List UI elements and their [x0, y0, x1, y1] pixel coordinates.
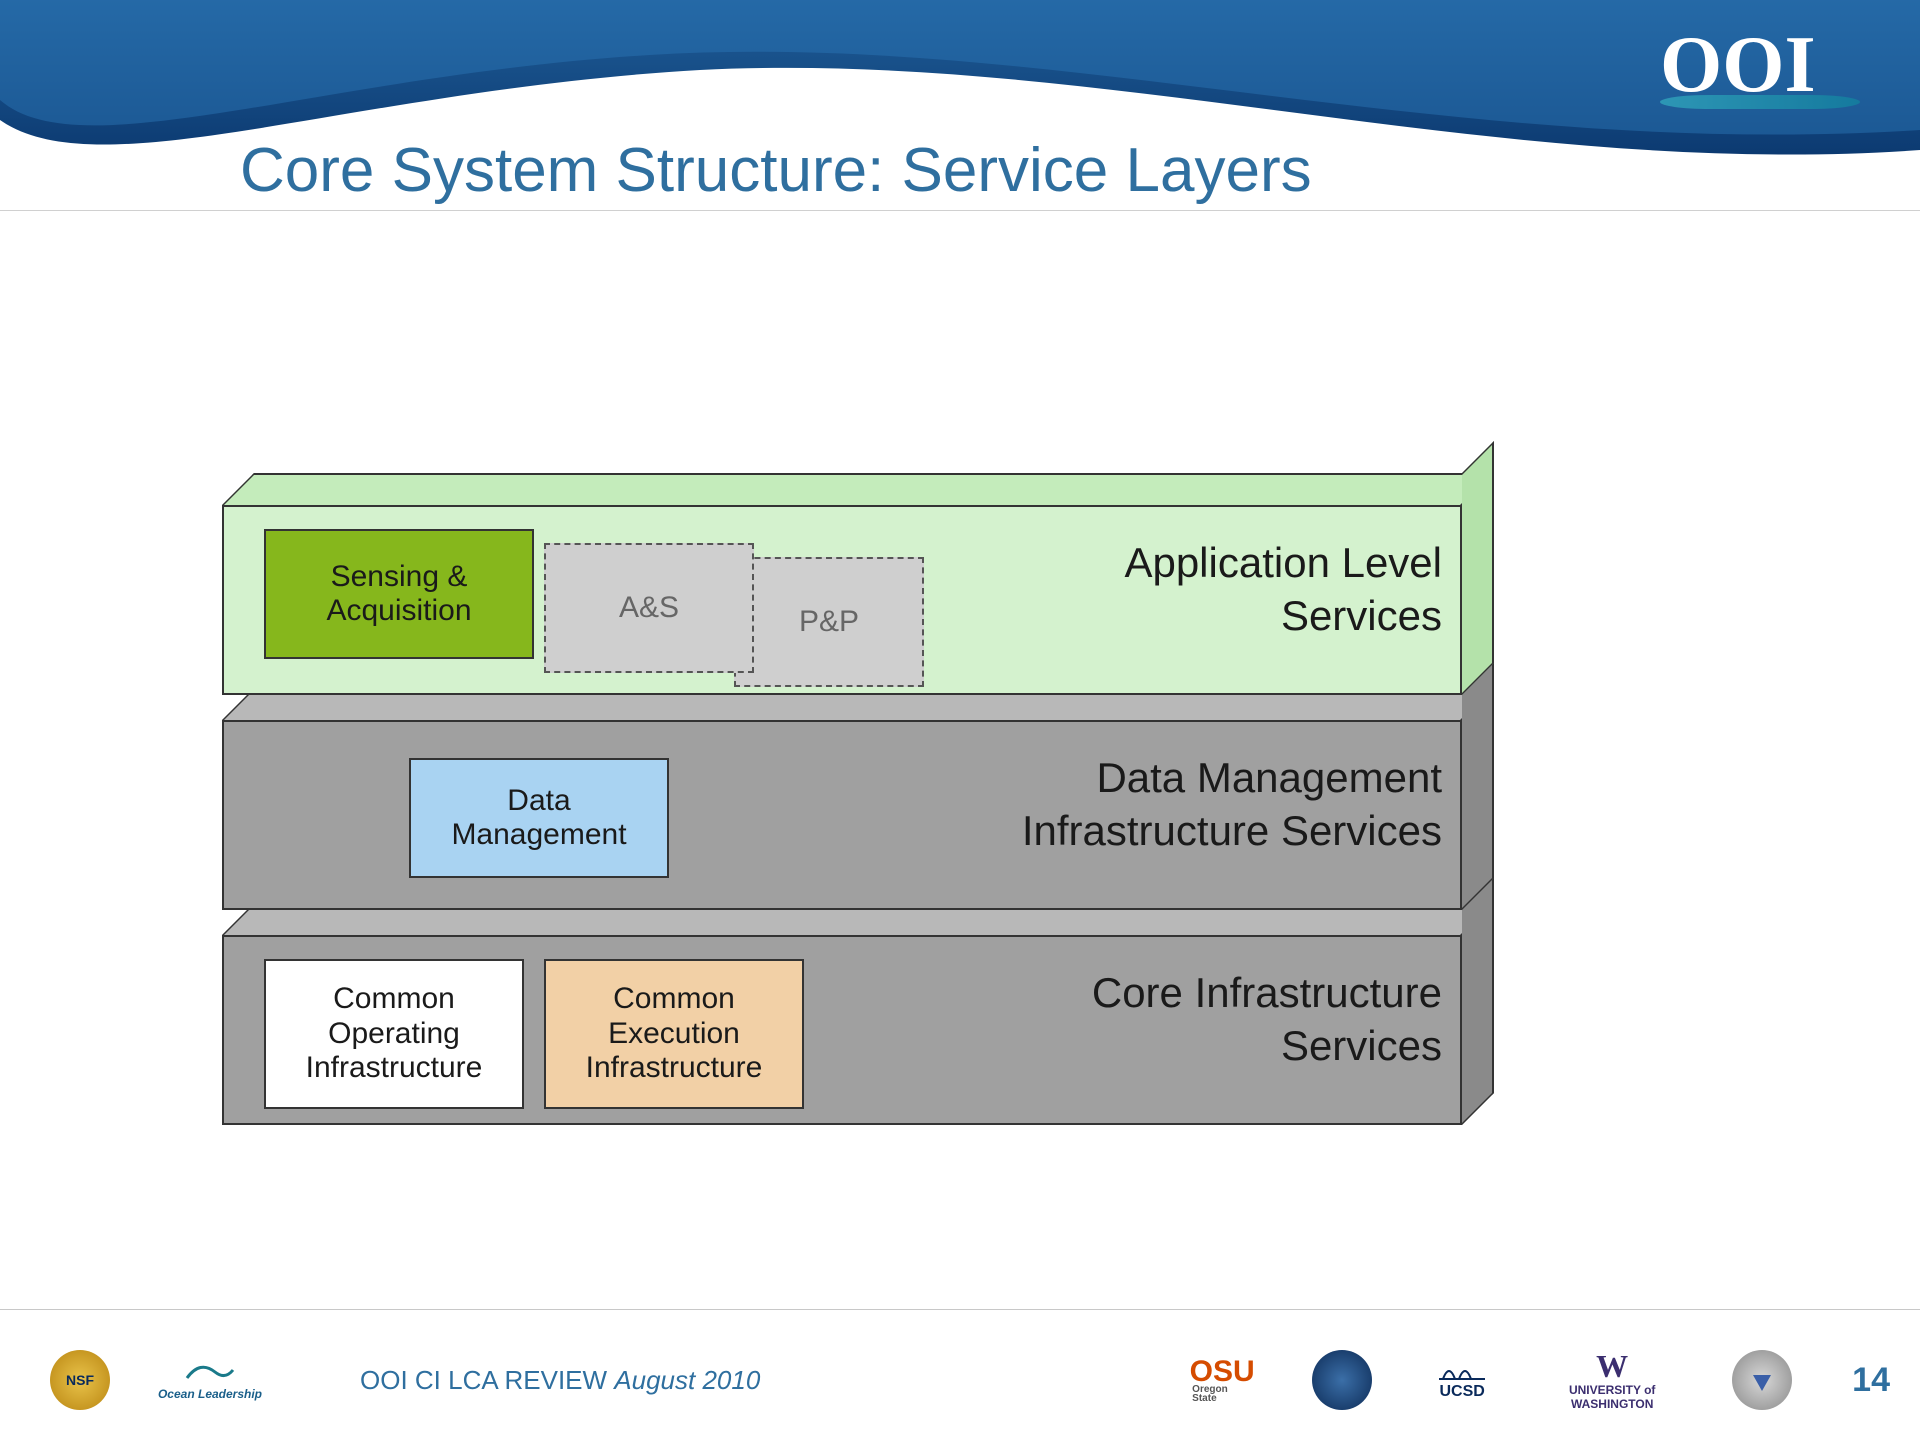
sensing-acquisition-box: Sensing & Acquisition: [264, 529, 534, 659]
ooi-logo-text: OOI: [1660, 21, 1816, 109]
footer: NSF Ocean Leadership OOI CI LCA REVIEW A…: [0, 1320, 1920, 1440]
core-infrastructure-layer: Core Infrastructure Services Common Oper…: [222, 935, 1462, 1125]
dm-title-line2: Infrastructure Services: [1022, 807, 1442, 854]
core-title-line2: Services: [1281, 1022, 1442, 1069]
data-management-layer: Data Management Infrastructure Services …: [222, 720, 1462, 910]
title-divider: [0, 210, 1920, 211]
partner-round2-logo-icon: [1732, 1350, 1792, 1410]
uw-logo-icon: W UNIVERSITY of WASHINGTON: [1552, 1350, 1672, 1410]
dm-box: Data Management: [409, 758, 669, 878]
as-box: A&S: [544, 543, 754, 673]
ocean-leadership-logo-icon: Ocean Leadership: [150, 1350, 270, 1410]
partner-round-logo-icon: [1312, 1350, 1372, 1410]
application-level-layer: Application Level Services P&P A&S Sensi…: [222, 505, 1462, 695]
pp-box: P&P: [734, 557, 924, 687]
ucsd-logo-icon: UCSD: [1432, 1350, 1492, 1410]
footer-divider: [0, 1309, 1920, 1310]
osu-logo-icon: OSU Oregon State: [1192, 1350, 1252, 1410]
app-title-line1: Application Level: [1124, 539, 1442, 586]
nsf-logo-icon: NSF: [50, 1350, 110, 1410]
service-layers-diagram: Core Infrastructure Services Common Oper…: [222, 495, 1482, 1195]
core-title-line1: Core Infrastructure: [1092, 969, 1442, 1016]
footer-review-text: OOI CI LCA REVIEW August 2010: [360, 1365, 760, 1396]
coi-box: Common Operating Infrastructure: [264, 959, 524, 1109]
page-title: Core System Structure: Service Layers: [240, 135, 1312, 206]
page-number: 14: [1852, 1361, 1890, 1400]
cei-box: Common Execution Infrastructure: [544, 959, 804, 1109]
app-title-line2: Services: [1281, 592, 1442, 639]
ooi-logo: OOI: [1660, 20, 1860, 109]
dm-title-line1: Data Management: [1096, 754, 1442, 801]
